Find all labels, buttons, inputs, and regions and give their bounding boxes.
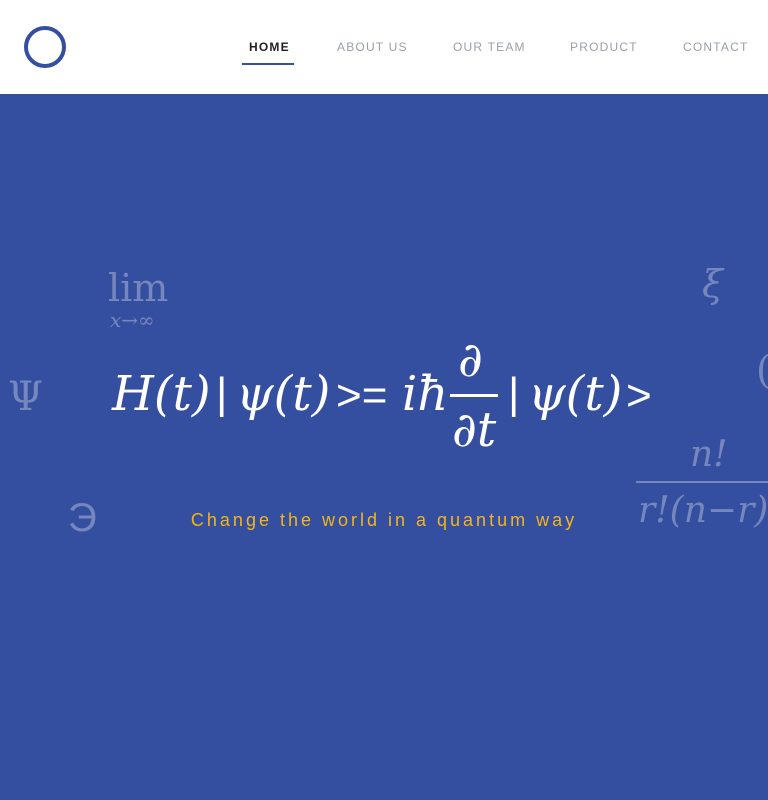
hero-section: lim x→∞ ξ Ψ Э n! r!(n−r) ( H(t) | ψ(t) >… bbox=[0, 94, 768, 800]
bg-n-factorial: n! bbox=[690, 434, 728, 475]
bg-edge-symbol: ( bbox=[756, 348, 768, 392]
eq-partial-t: ∂t bbox=[452, 402, 497, 458]
eq-psi-1: ψ(t) bbox=[236, 366, 331, 422]
eq-i-hbar: iħ bbox=[402, 366, 449, 422]
bg-psi-symbol: Ψ bbox=[8, 374, 44, 420]
hero-tagline: Change the world in a quantum way bbox=[190, 510, 578, 530]
nav-home[interactable]: HOME bbox=[249, 40, 290, 56]
eq-hamiltonian: H(t) bbox=[112, 366, 211, 422]
eq-partial: ∂ bbox=[458, 332, 483, 388]
nav-active-indicator bbox=[242, 63, 294, 65]
eq-bar-2: | bbox=[508, 369, 520, 418]
eq-fraction-line bbox=[450, 394, 498, 397]
nav-product[interactable]: PRODUCT bbox=[570, 40, 638, 56]
nav-our-team[interactable]: OUR TEAM bbox=[453, 40, 526, 56]
bg-lim-symbol: lim bbox=[108, 266, 169, 310]
eq-bar-1: | bbox=[216, 369, 228, 418]
eq-psi-2: ψ(t) bbox=[528, 366, 623, 422]
bg-xi-symbol: ξ bbox=[702, 262, 723, 306]
site-header: HOME ABOUT US OUR TEAM PRODUCT CONTACT bbox=[0, 0, 768, 94]
logo-circle-icon[interactable] bbox=[24, 26, 66, 68]
nav-about-us[interactable]: ABOUT US bbox=[337, 40, 408, 56]
nav-contact[interactable]: CONTACT bbox=[683, 40, 749, 56]
eq-greater-equal: >= bbox=[336, 371, 388, 420]
eq-greater: > bbox=[626, 371, 652, 420]
bg-fraction-line bbox=[636, 481, 768, 483]
bg-lim-subscript: x→∞ bbox=[110, 308, 155, 332]
schrodinger-equation: H(t) | ψ(t) >= iħ ∂ ∂t | ψ(t) > bbox=[112, 330, 672, 460]
